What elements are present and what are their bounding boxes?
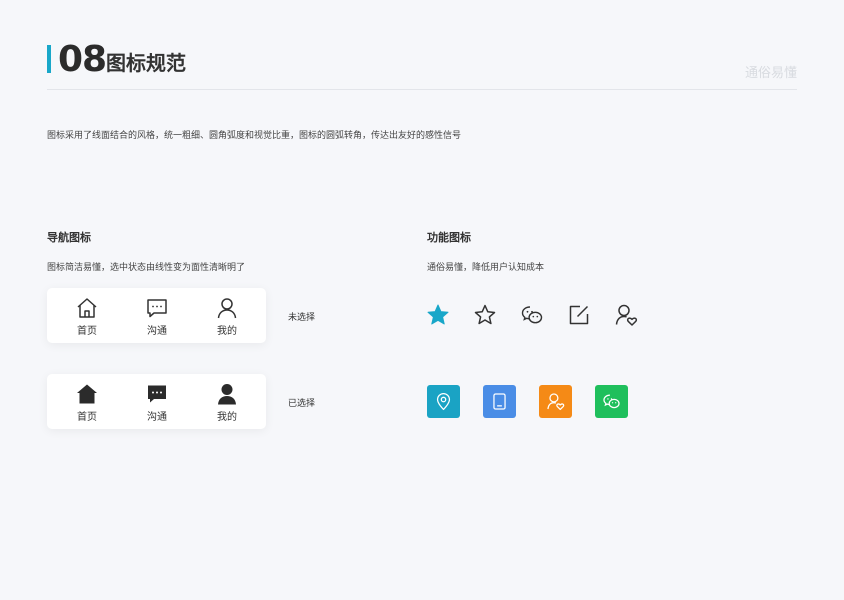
location-icon — [436, 392, 451, 411]
user-icon — [217, 298, 237, 319]
nav-bar-unselected: 首页 沟通 我的 — [47, 288, 266, 343]
nav-item-profile-selected[interactable]: 我的 — [197, 382, 257, 423]
nav-label-home: 首页 — [77, 326, 97, 337]
nav-section-title: 导航图标 — [47, 231, 91, 244]
home-filled-icon — [77, 384, 97, 404]
header-motto: 通俗易懂 — [744, 66, 797, 81]
page-description: 图标采用了线面结合的风格，统一粗细、圆角弧度和视觉比重，图标的圆弧转角，传达出友… — [47, 131, 462, 141]
selected-label: 已选择 — [288, 399, 316, 409]
user-heart-icon[interactable] — [614, 303, 638, 327]
func-section-title: 功能图标 — [427, 231, 471, 244]
wechat-icon[interactable] — [520, 303, 544, 327]
header-divider — [47, 89, 797, 90]
home-icon — [77, 298, 97, 318]
nav-bar-selected: 首页 沟通 我的 — [47, 374, 266, 429]
user-heart-icon — [547, 393, 565, 411]
nav-item-chat-selected[interactable]: 沟通 — [127, 382, 187, 423]
nav-label-profile: 我的 — [217, 326, 237, 337]
nav-item-profile[interactable]: 我的 — [197, 296, 257, 337]
nav-label-chat-selected: 沟通 — [147, 412, 167, 423]
nav-item-home[interactable]: 首页 — [57, 296, 117, 337]
section-number: 08 — [58, 39, 107, 80]
star-filled-icon[interactable] — [426, 303, 450, 327]
accent-bar — [47, 45, 51, 73]
nav-label-chat: 沟通 — [147, 326, 167, 337]
star-outline-icon[interactable] — [473, 303, 497, 327]
nav-label-home-selected: 首页 — [77, 412, 97, 423]
chat-icon — [147, 299, 167, 318]
user-filled-icon — [218, 384, 236, 405]
wechat-icon — [603, 394, 620, 409]
func-section-subtitle: 通俗易懂，降低用户认知成本 — [427, 263, 545, 273]
wechat-tile[interactable] — [595, 385, 628, 418]
tablet-tile[interactable] — [483, 385, 516, 418]
user-heart-tile[interactable] — [539, 385, 572, 418]
nav-item-chat[interactable]: 沟通 — [127, 296, 187, 337]
edit-icon[interactable] — [567, 303, 591, 327]
nav-item-home-selected[interactable]: 首页 — [57, 382, 117, 423]
nav-section-subtitle: 图标简洁易懂，选中状态由线性变为面性清晰明了 — [47, 263, 246, 273]
chat-filled-icon — [148, 385, 166, 403]
nav-label-profile-selected: 我的 — [217, 412, 237, 423]
location-tile[interactable] — [427, 385, 460, 418]
unselected-label: 未选择 — [288, 313, 316, 323]
page-title: 图标规范 — [106, 51, 186, 75]
tablet-icon — [493, 393, 506, 410]
